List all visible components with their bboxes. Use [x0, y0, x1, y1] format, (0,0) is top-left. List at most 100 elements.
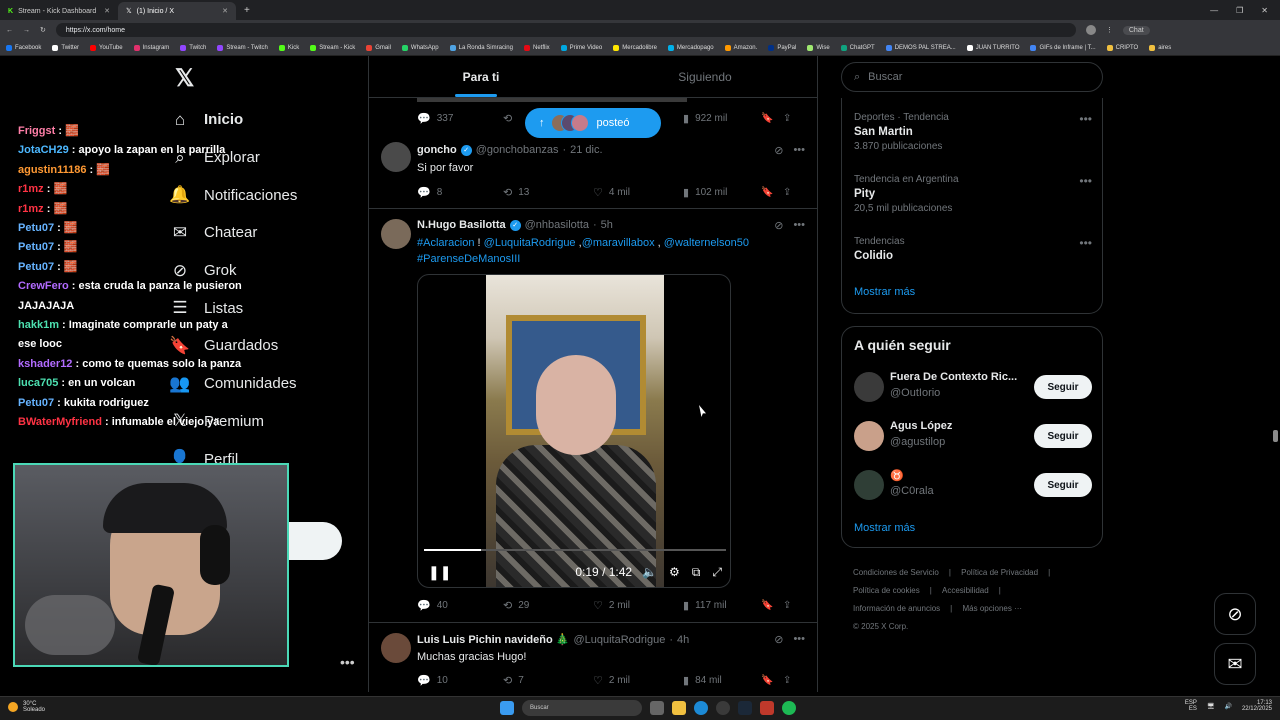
windows-start-icon[interactable] [500, 701, 514, 715]
footer-link[interactable]: Condiciones de Servicio [853, 568, 939, 577]
bookmark-item[interactable]: JUAN TURRITO [966, 44, 1019, 51]
follow-button[interactable]: Seguir [1034, 375, 1092, 399]
avatar[interactable] [854, 421, 884, 451]
url-field[interactable]: https://x.com/home [55, 23, 1076, 37]
close-window-icon[interactable]: ✕ [1261, 6, 1268, 15]
mention-link[interactable]: @walternelson50 [664, 237, 749, 249]
bookmark-icon[interactable]: 🔖 [761, 187, 783, 198]
grok-float-button[interactable]: ⊘ [1214, 593, 1256, 635]
follow-suggestion[interactable]: ♉ @C0rala Seguir [854, 467, 1092, 503]
bookmark-item[interactable]: PayPal [768, 44, 796, 51]
trend-item[interactable]: Deportes · Tendencia San Martin 3.870 pu… [854, 112, 1092, 152]
reload-icon[interactable]: ↻ [40, 26, 46, 34]
bookmark-item[interactable]: WhatsApp [401, 44, 439, 51]
repost-button[interactable]: ⟲ 7 [503, 674, 593, 687]
picture-in-picture-icon[interactable]: ⧉ [692, 565, 701, 580]
video-player[interactable]: ❚❚ 0:19 / 1:42 🔈 ⚙ ⧉ ⤢ [417, 274, 731, 588]
bookmark-item[interactable]: CRIPTO [1106, 44, 1138, 51]
new-posts-pill[interactable]: ↑ posteó [525, 108, 661, 138]
bookmark-item[interactable]: GIFs de Inframe | T... [1030, 44, 1096, 51]
profile-avatar[interactable] [1085, 25, 1096, 35]
bookmark-item[interactable]: ChatGPT [840, 44, 875, 51]
bookmark-item[interactable]: Gmail [366, 44, 391, 51]
weather-widget[interactable]: 30°C Soleado [8, 701, 45, 713]
views-count[interactable]: ▮ 117 mil [683, 599, 761, 612]
trend-item[interactable]: Tendencia en Argentina Pity 20,5 mil pub… [854, 174, 1092, 214]
avatar[interactable] [381, 633, 411, 663]
bookmark-item[interactable]: Amazon. [724, 44, 757, 51]
maximize-icon[interactable]: ❐ [1236, 6, 1243, 15]
bookmark-icon[interactable]: 🔖 [761, 113, 783, 124]
tweet[interactable]: goncho ✓ @gonchobanzas · 21 dic. ⊘ ••• S… [369, 132, 817, 209]
close-icon[interactable]: ✕ [104, 7, 110, 15]
bookmark-item[interactable]: Stream - Twitch [217, 44, 268, 51]
steam-icon[interactable] [738, 701, 752, 715]
bookmark-item[interactable]: Prime Video [560, 44, 602, 51]
follow-suggestion[interactable]: Agus López @agustilop Seguir [854, 418, 1092, 454]
footer-link[interactable]: Política de Privacidad [961, 568, 1038, 577]
taskbar-search[interactable]: Buscar [522, 700, 642, 716]
bookmark-item[interactable]: Kick [278, 44, 299, 51]
share-icon[interactable]: ⇪ [783, 675, 791, 686]
bookmark-item[interactable]: Twitch [180, 44, 206, 51]
edge-icon[interactable] [694, 701, 708, 715]
like-button[interactable]: ♡ 2 mil [593, 674, 683, 687]
mention-link[interactable]: @LuquitaRodrigue [484, 237, 576, 249]
tab-para-ti[interactable]: Para ti [369, 56, 593, 97]
network-icon[interactable]: 🖥 [1207, 703, 1215, 710]
messages-float-button[interactable]: ✉ [1214, 643, 1256, 685]
share-icon[interactable]: ⇪ [783, 187, 791, 198]
avatar[interactable] [854, 372, 884, 402]
video-progress-bar[interactable] [424, 549, 726, 551]
more-icon[interactable]: ••• [793, 219, 805, 232]
app-icon[interactable] [760, 701, 774, 715]
minimize-icon[interactable]: — [1210, 6, 1218, 15]
avatar[interactable] [854, 470, 884, 500]
spotify-icon[interactable] [782, 701, 796, 715]
bookmark-item[interactable]: Twitter [52, 44, 79, 51]
x-logo[interactable]: 𝕏 [175, 64, 194, 93]
avatar[interactable] [381, 219, 411, 249]
grok-icon[interactable]: ⊘ [774, 633, 783, 646]
footer-link[interactable]: Política de cookies [853, 586, 920, 595]
bookmark-icon[interactable]: 🔖 [761, 600, 783, 611]
more-icon[interactable]: ••• [793, 144, 805, 157]
avatar[interactable] [381, 142, 411, 172]
reply-button[interactable]: 💬 10 [417, 674, 503, 687]
close-icon[interactable]: ✕ [222, 7, 228, 15]
footer-link[interactable]: Información de anuncios [853, 604, 940, 613]
bookmark-item[interactable]: Instagram [133, 44, 169, 51]
copilot-chat-button[interactable]: Chat [1122, 25, 1150, 35]
show-more-link[interactable]: Mostrar más [854, 522, 915, 534]
more-icon[interactable]: ••• [1079, 112, 1092, 126]
bookmark-item[interactable]: Mercadopago [667, 44, 714, 51]
search-input[interactable]: ⌕ Buscar [841, 62, 1103, 92]
views-count[interactable]: ▮ 84 mil [683, 674, 761, 687]
like-button[interactable]: ♡ 4 mil [593, 186, 683, 199]
forward-icon[interactable]: → [23, 27, 30, 34]
bookmark-item[interactable]: YouTube [90, 44, 123, 51]
scrollbar-thumb[interactable] [1273, 430, 1278, 442]
more-icon[interactable]: ••• [1079, 236, 1092, 250]
trend-item[interactable]: Tendencias Colidio ••• [854, 236, 1092, 262]
footer-link[interactable]: Más opciones ··· [962, 604, 1022, 613]
grok-icon[interactable]: ⊘ [774, 144, 783, 157]
bookmark-item[interactable]: DEMOS PAL STREA... [885, 44, 956, 51]
tab-siguiendo[interactable]: Siguiendo [593, 56, 817, 97]
bookmark-item[interactable]: Wise [807, 44, 830, 51]
share-icon[interactable]: ⇪ [783, 113, 791, 124]
chrome-icon[interactable] [716, 701, 730, 715]
footer-link[interactable]: Accesibilidad [942, 586, 989, 595]
grok-icon[interactable]: ⊘ [774, 219, 783, 232]
task-view-icon[interactable] [650, 701, 664, 715]
back-icon[interactable]: ← [6, 27, 13, 34]
more-icon[interactable]: ••• [793, 633, 805, 646]
account-menu-dots-icon[interactable]: ••• [340, 654, 355, 670]
volume-icon[interactable]: 🔈 [642, 565, 657, 579]
show-more-link[interactable]: Mostrar más [854, 286, 915, 298]
like-button[interactable]: ♡ 2 mil [593, 599, 683, 612]
follow-button[interactable]: Seguir [1034, 424, 1092, 448]
bookmark-item[interactable]: Stream - Kick [310, 44, 355, 51]
fullscreen-icon[interactable]: ⤢ [712, 565, 722, 580]
reply-button[interactable]: 💬 337 [417, 112, 503, 125]
